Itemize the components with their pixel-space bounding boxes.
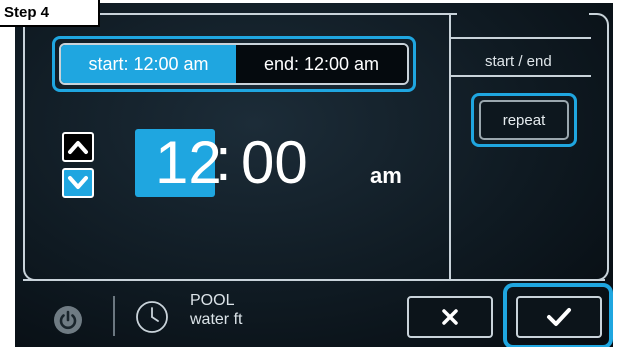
confirm-button[interactable] <box>516 296 602 338</box>
close-icon <box>442 309 458 325</box>
pool-label-line1: POOL <box>190 292 235 309</box>
footer-divider <box>113 296 115 336</box>
decrement-button[interactable] <box>62 168 94 198</box>
pool-label-line2: water ft <box>190 311 243 328</box>
start-end-tab[interactable]: start / end <box>485 53 552 70</box>
chevron-down-icon <box>68 176 88 189</box>
start-end-toggle[interactable]: start: 12:00 am end: 12:00 am <box>59 43 409 85</box>
clock-icon[interactable] <box>135 300 169 334</box>
increment-button[interactable] <box>62 132 94 162</box>
step-label: Step 4 <box>0 0 100 27</box>
pool-status: POOL water ft <box>190 291 242 329</box>
ampm-value[interactable]: am <box>370 163 402 189</box>
hour-value: 12 <box>155 129 222 196</box>
bottom-divider <box>23 279 605 281</box>
check-icon <box>547 308 571 326</box>
repeat-button[interactable]: repeat <box>479 100 569 140</box>
right-panel-frame <box>589 13 609 281</box>
chevron-up-icon <box>68 141 88 154</box>
device-screen: start: 12:00 am end: 12:00 am start / en… <box>15 3 613 347</box>
power-icon[interactable] <box>53 305 83 335</box>
start-segment[interactable]: start: 12:00 am <box>61 45 236 83</box>
time-separator: : <box>215 126 232 193</box>
minute-value[interactable]: 00 <box>241 129 308 197</box>
end-segment[interactable]: end: 12:00 am <box>236 45 407 83</box>
cancel-button[interactable] <box>407 296 493 338</box>
